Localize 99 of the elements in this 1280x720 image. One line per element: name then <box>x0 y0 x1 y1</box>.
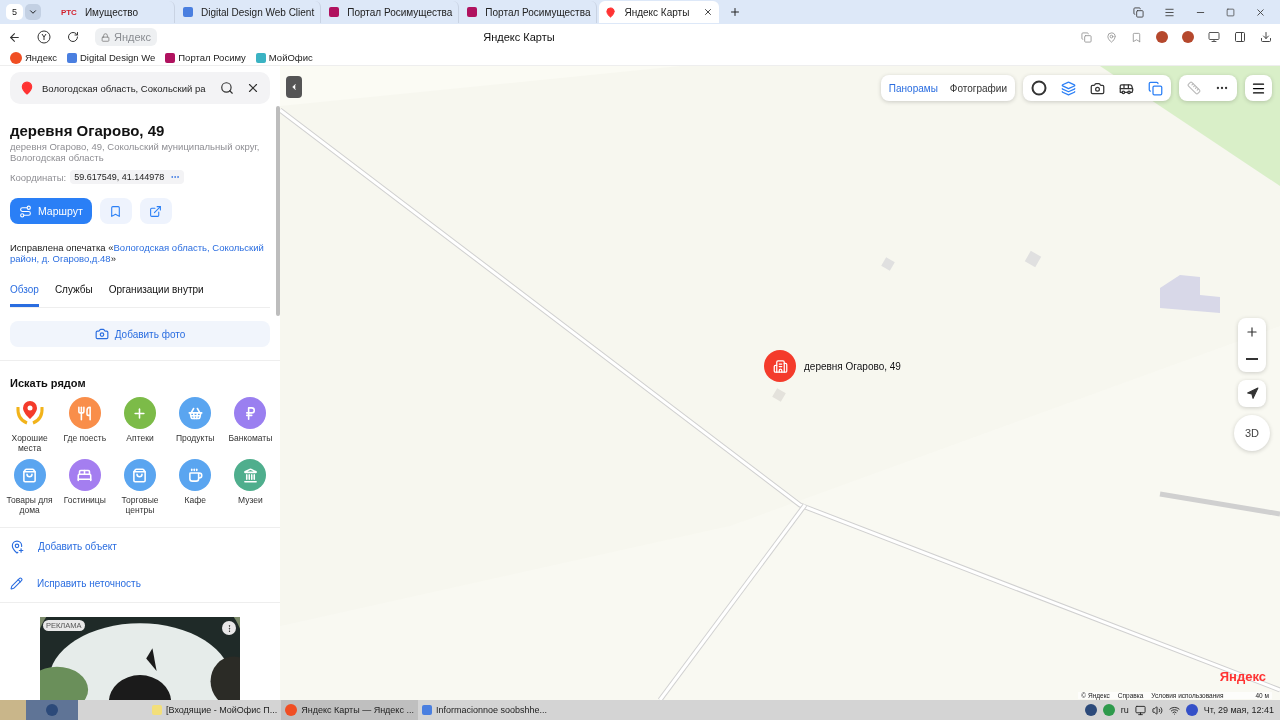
bookmark-link[interactable]: Digital Design We <box>66 52 156 63</box>
action-link[interactable]: Добавить объект <box>10 528 270 565</box>
building-icon <box>772 358 788 374</box>
category-button[interactable]: Музеи <box>222 459 278 515</box>
map-pin-icon <box>20 81 34 95</box>
share-button[interactable] <box>139 198 172 224</box>
taskbar-window[interactable]: [Входящие - МойОфис П... <box>148 700 282 720</box>
search-icon <box>220 81 234 95</box>
restore-icon[interactable] <box>1226 7 1235 17</box>
map-pin-icon <box>605 6 617 18</box>
section-tab[interactable]: Обзор <box>10 284 39 307</box>
layer-tab[interactable]: Фотографии <box>949 82 1007 94</box>
extension-icon[interactable] <box>1156 31 1168 43</box>
place-address: деревня Огарово, 49, Сокольский муниципальный округ, Вологодская область <box>10 141 261 163</box>
collapse-button[interactable] <box>286 76 302 98</box>
arrow-icon <box>1245 387 1259 400</box>
close-icon[interactable] <box>703 7 714 17</box>
layer-tab[interactable]: Панорамы <box>888 82 938 94</box>
page-title: Яндекс Карты <box>482 31 556 43</box>
ring-icon[interactable] <box>1031 80 1047 96</box>
lock-icon <box>101 32 110 42</box>
tabs-icon[interactable] <box>1133 6 1144 18</box>
language-indicator[interactable]: ru <box>1120 705 1129 715</box>
browser-tab[interactable]: Digital Design Web Client <box>177 1 322 23</box>
menu-icon[interactable] <box>1251 80 1266 96</box>
taskbar-window[interactable]: Informacionnoe soobshhe... <box>417 700 551 720</box>
route-icon <box>19 204 32 218</box>
bookmark-button[interactable] <box>99 198 132 224</box>
category-button[interactable]: Продукты <box>167 397 223 453</box>
reload-icon[interactable] <box>67 31 79 43</box>
search-field[interactable]: Вологодская область, Сокольский ра <box>10 72 270 104</box>
start-button[interactable] <box>0 700 26 720</box>
camera-icon <box>94 327 109 341</box>
circle-icon <box>46 704 58 716</box>
camera-icon[interactable] <box>1090 80 1105 96</box>
document-icon <box>421 705 432 715</box>
action-link[interactable]: Исправить неточность <box>10 565 270 602</box>
circle-icon <box>285 704 298 716</box>
tab-counter[interactable]: 5 <box>6 4 23 20</box>
tray-icon[interactable] <box>1185 704 1198 716</box>
overlay-icon[interactable] <box>1148 80 1163 96</box>
minus-icon <box>1246 357 1258 360</box>
document-icon <box>66 52 77 63</box>
category-button[interactable]: Гостиницы <box>57 459 113 515</box>
section-tab[interactable]: Службы <box>54 284 93 307</box>
close-icon <box>246 81 260 95</box>
menu-icon[interactable] <box>1164 6 1175 18</box>
category-button[interactable]: Банкоматы <box>222 397 278 453</box>
browser-tab[interactable]: РТС Имущество <box>55 1 175 23</box>
back-icon[interactable] <box>8 30 21 44</box>
browser-tab[interactable]: Яндекс Карты <box>599 1 720 23</box>
bookmark-link[interactable]: МойОфис <box>255 52 313 63</box>
browser-logo-icon[interactable] <box>37 30 51 44</box>
monitor-icon[interactable] <box>1134 704 1146 716</box>
browser-tray-icon[interactable] <box>1084 704 1097 716</box>
download-icon[interactable] <box>1260 31 1272 43</box>
route-button[interactable]: Маршрут <box>10 198 92 224</box>
extension-icon[interactable] <box>1182 31 1194 43</box>
place-title: деревня Огарово, 49 <box>10 122 166 139</box>
network-icon[interactable] <box>1168 704 1180 716</box>
category-button[interactable]: Аптеки <box>112 397 168 453</box>
plus-icon <box>1245 324 1259 339</box>
add-photo-button[interactable]: Добавить фото <box>10 321 270 347</box>
category-button[interactable]: Хорошие места <box>2 397 58 453</box>
close-icon[interactable] <box>1255 6 1266 18</box>
category-button[interactable]: Торговые центры <box>112 459 168 515</box>
browser-tab[interactable]: Портал Росимущества <box>461 1 598 23</box>
pin-plus-icon <box>10 539 24 554</box>
browser-tab[interactable]: Портал Росимущества <box>323 1 460 23</box>
logo-icon: РТС <box>61 7 77 17</box>
close-button[interactable] <box>246 81 260 95</box>
bookmark-icon <box>109 204 123 218</box>
tabs-dropdown-button[interactable] <box>25 4 41 20</box>
chevron-down-icon <box>28 7 38 17</box>
document-icon <box>183 7 193 17</box>
share-icon <box>149 204 163 218</box>
category-button[interactable]: Где поесть <box>57 397 113 453</box>
bookmark-link[interactable]: Портал Росиму <box>165 52 246 63</box>
section-tab[interactable]: Организации внутри <box>108 284 204 307</box>
new-tab-icon[interactable] <box>729 6 742 18</box>
monitor-icon[interactable] <box>1208 31 1220 43</box>
taskbar-window[interactable]: Яндекс Карты — Яндекс ... <box>281 700 418 720</box>
sidebar-icon[interactable] <box>1234 31 1246 43</box>
search-button[interactable] <box>220 81 234 95</box>
bookmark-link[interactable]: Яндекс <box>10 51 57 64</box>
map-layers-icon[interactable] <box>1061 80 1076 96</box>
pencil-icon <box>10 577 23 590</box>
correction-note: Исправлена опечатка «Вологодская область, Сокольский район, д. Огарово,д.48» <box>10 242 265 264</box>
clock: Чт, 29 мая, 12:41 <box>1203 705 1274 715</box>
section-title: Искать рядом <box>10 377 87 389</box>
map-logo: Яндекс <box>1219 669 1266 684</box>
circle-icon <box>10 51 22 64</box>
marker-label: деревня Огарово, 49 <box>804 360 901 372</box>
coordinates-value[interactable]: 59.617549, 41.144978 <box>70 170 185 184</box>
volume-icon[interactable] <box>1151 704 1163 716</box>
category-button[interactable]: Кафе <box>167 459 223 515</box>
coordinates-label: Координаты: <box>10 171 67 183</box>
chevron-left-icon <box>289 82 299 92</box>
category-button[interactable]: Товары для дома <box>2 459 58 515</box>
